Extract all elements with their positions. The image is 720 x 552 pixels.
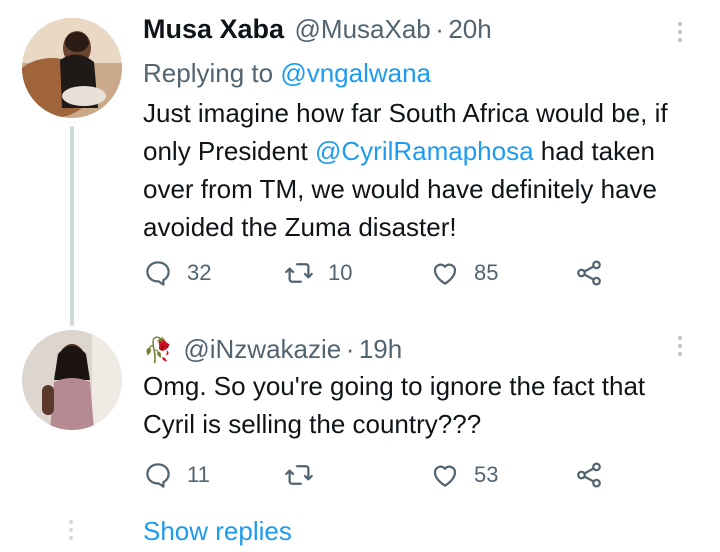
reply-count: 11 (187, 462, 210, 487)
like-icon (433, 263, 457, 285)
tweet-text: Omg. So you're going to ignore the fact … (143, 371, 646, 439)
show-replies-link[interactable]: Show replies (143, 516, 292, 547)
share-button[interactable] (574, 258, 604, 288)
retweet-icon (285, 263, 313, 283)
more-icon[interactable] (678, 22, 682, 42)
like-button[interactable]: 53 (430, 460, 498, 490)
replying-label: Replying to (143, 58, 274, 88)
author-emoji: 🥀 (143, 337, 173, 364)
reply-icon (146, 261, 170, 286)
like-count: 53 (474, 462, 499, 487)
like-button[interactable]: 85 (430, 258, 498, 288)
separator: · (435, 14, 444, 44)
like-icon (433, 465, 457, 487)
reply-button[interactable]: 11 (143, 460, 210, 490)
reply-count: 32 (187, 260, 212, 285)
author-name[interactable]: Musa Xaba (143, 14, 284, 44)
separator: · (345, 334, 355, 364)
thread-line (70, 126, 74, 326)
share-icon (577, 260, 601, 286)
retweet-count: 10 (328, 260, 353, 285)
avatar-image (22, 18, 122, 118)
avatar-image (22, 330, 122, 430)
replying-to: Replying to @vngalwana (143, 58, 431, 89)
avatar-musa-xaba[interactable] (22, 18, 122, 118)
share-icon (577, 462, 601, 488)
tweet2-header: 🥀 @iNzwakazie · 19h (143, 334, 402, 365)
retweet-button[interactable]: 10 (284, 258, 352, 288)
tweet1-header: Musa Xaba @MusaXab · 20h (143, 14, 492, 45)
mention-link[interactable]: @CyrilRamaphosa (315, 136, 534, 166)
retweet-icon (285, 465, 313, 485)
avatar-inzwakazie[interactable] (22, 330, 122, 430)
retweet-button[interactable] (284, 460, 328, 490)
reply-button[interactable]: 32 (143, 258, 211, 288)
like-count: 85 (474, 260, 499, 285)
tweet-text: Just imagine how far South Africa would … (143, 94, 703, 246)
tweet-time[interactable]: 19h (359, 334, 402, 364)
replying-handle[interactable]: @vngalwana (280, 58, 431, 88)
tweet-time[interactable]: 20h (448, 14, 491, 44)
author-handle[interactable]: @MusaXab (295, 14, 431, 44)
thread-continuation-dots (69, 520, 73, 540)
reply-icon (146, 463, 170, 488)
author-handle[interactable]: @iNzwakazie (183, 334, 341, 364)
more-icon[interactable] (678, 336, 682, 356)
share-button[interactable] (574, 460, 604, 490)
